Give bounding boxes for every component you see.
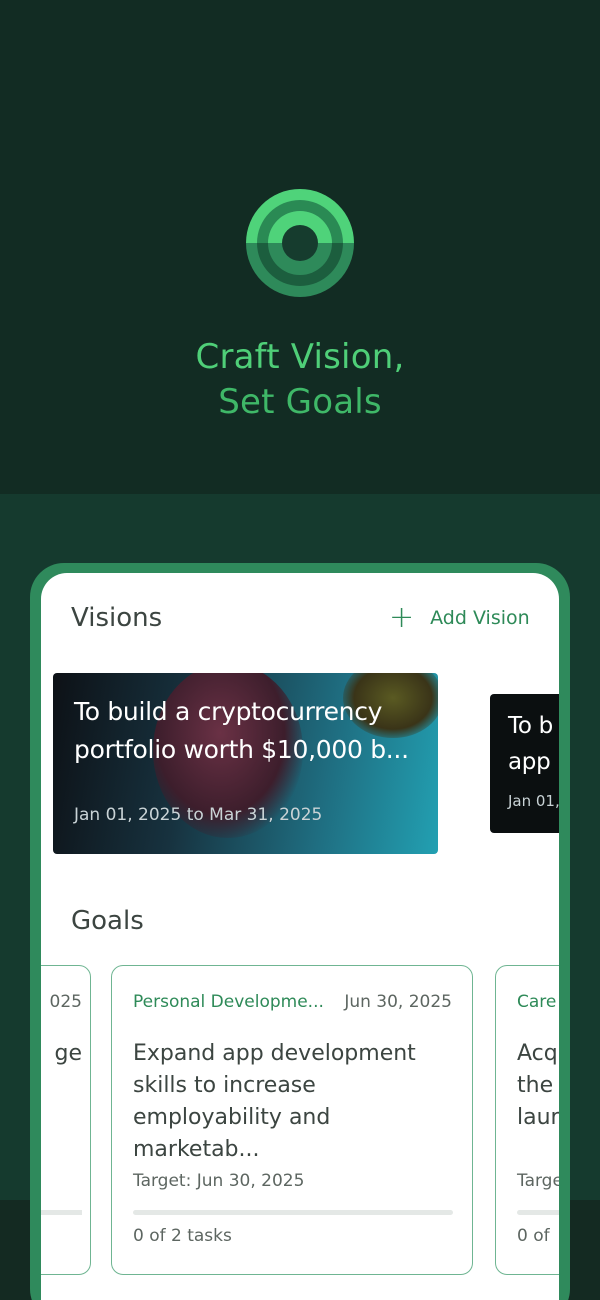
vision-card-title-line: To b <box>508 713 553 739</box>
goal-due-date: Jun 30, 2025 <box>344 992 452 1012</box>
add-vision-label: Add Vision <box>430 607 530 629</box>
headline-line-2: Set Goals <box>218 382 382 422</box>
goal-category: Personal Developme... <box>133 992 324 1012</box>
hero-headline: Craft Vision, Set Goals <box>0 335 600 425</box>
vision-card[interactable]: To build a cryptocurrency portfolio wort… <box>53 673 438 854</box>
add-vision-button[interactable]: + Add Vision <box>389 600 530 635</box>
goal-title: Expand app development skills to increas… <box>133 1041 416 1162</box>
vision-card-title: To build a cryptocurrency portfolio wort… <box>74 697 409 764</box>
goal-category: Care <box>517 992 557 1012</box>
goal-target-date: Targe <box>517 1171 559 1191</box>
vision-card-dates: Jan 01, 2025 to Mar 31, 2025 <box>74 805 323 825</box>
goal-task-count: 0 of <box>517 1226 550 1246</box>
goal-due-date: 025 <box>49 992 82 1012</box>
goal-progress-bar <box>133 1210 453 1215</box>
goal-title-line: Acq <box>517 1041 558 1066</box>
goal-card[interactable]: Personal Developme... Jun 30, 2025 Expan… <box>111 965 473 1275</box>
goals-title: Goals <box>71 906 144 936</box>
goal-card[interactable]: Care Acq the laun Targe 0 of <box>495 965 559 1275</box>
vision-card-dates: Jan 01, <box>508 792 559 810</box>
goal-card[interactable]: 025 ge <box>41 965 91 1275</box>
vision-card-title: To b app <box>508 708 559 780</box>
goal-progress-bar <box>517 1210 559 1215</box>
vision-card[interactable]: To b app Jan 01, <box>490 694 559 833</box>
phone-screen: Visions + Add Vision To build a cryptocu… <box>41 573 559 1300</box>
goal-title-line: laun <box>517 1105 559 1130</box>
target-logo-icon <box>246 189 354 297</box>
headline-line-1: Craft Vision, <box>195 337 405 377</box>
visions-title: Visions <box>71 603 163 633</box>
vision-card-title-line: app <box>508 749 551 775</box>
goal-title: Acq the laun <box>517 1038 559 1134</box>
goal-title: ge <box>54 1041 83 1066</box>
goal-title-line: the <box>517 1073 554 1098</box>
goal-target-date: Target: Jun 30, 2025 <box>133 1171 305 1191</box>
goal-task-count: 0 of 2 tasks <box>133 1226 232 1246</box>
goal-progress-bar <box>41 1210 82 1215</box>
plus-icon: + <box>389 600 415 635</box>
